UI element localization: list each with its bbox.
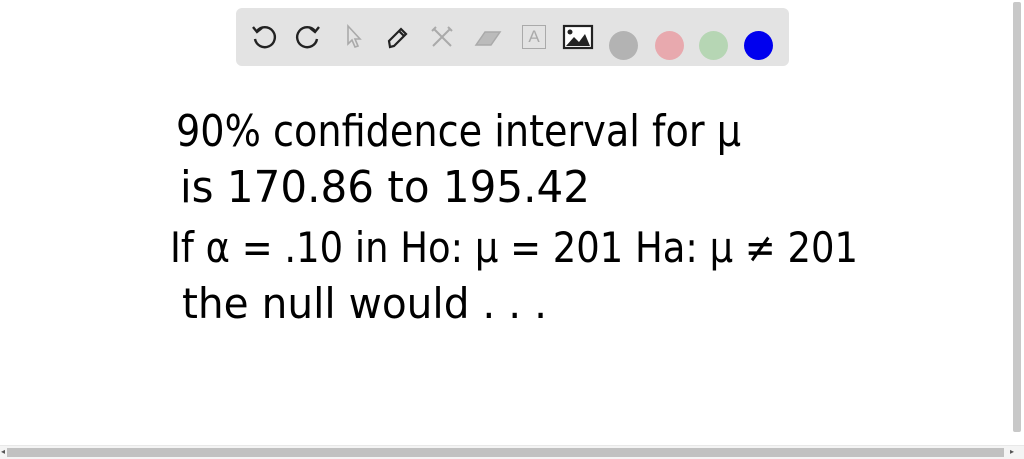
whiteboard-canvas[interactable]: 90% confidence interval for μ is 170.86 …: [0, 70, 1008, 445]
pen-icon: [387, 27, 408, 49]
redo-button[interactable]: [292, 21, 324, 53]
handwriting-line-1: 90% confidence interval for μ: [176, 106, 741, 157]
drawing-toolbar: A: [236, 8, 789, 66]
undo-icon: [252, 26, 276, 49]
vertical-scrollbar[interactable]: [1010, 0, 1024, 445]
handwriting-line-4: the null would . . .: [182, 279, 547, 328]
tools-icon: [431, 26, 453, 47]
pen-button[interactable]: [382, 21, 414, 53]
horizontal-scrollbar[interactable]: ◂ ▸: [0, 445, 1024, 459]
scroll-left-icon[interactable]: ◂: [1, 447, 5, 456]
eraser-icon: [474, 31, 502, 46]
eraser-button[interactable]: [472, 21, 504, 53]
color-gray[interactable]: [609, 31, 638, 60]
select-button[interactable]: [338, 21, 370, 53]
tools-button[interactable]: [426, 21, 458, 53]
text-icon: A: [522, 25, 546, 49]
handwriting-line-3: If α = .10 in Ho: μ = 201 Ha: μ ≠ 201: [170, 223, 858, 272]
vertical-scroll-thumb[interactable]: [1013, 2, 1021, 432]
redo-icon: [296, 26, 320, 49]
color-pink[interactable]: [655, 31, 684, 60]
handwriting-line-2: is 170.86 to 195.42: [180, 162, 590, 213]
color-green[interactable]: [699, 31, 728, 60]
scroll-right-icon[interactable]: ▸: [1010, 447, 1014, 456]
image-icon: [562, 24, 594, 50]
select-icon: [347, 23, 362, 48]
image-button[interactable]: [562, 21, 594, 53]
text-button[interactable]: A: [518, 21, 550, 53]
color-blue[interactable]: [744, 31, 773, 60]
undo-button[interactable]: [248, 21, 280, 53]
horizontal-scroll-thumb[interactable]: [7, 448, 1004, 457]
